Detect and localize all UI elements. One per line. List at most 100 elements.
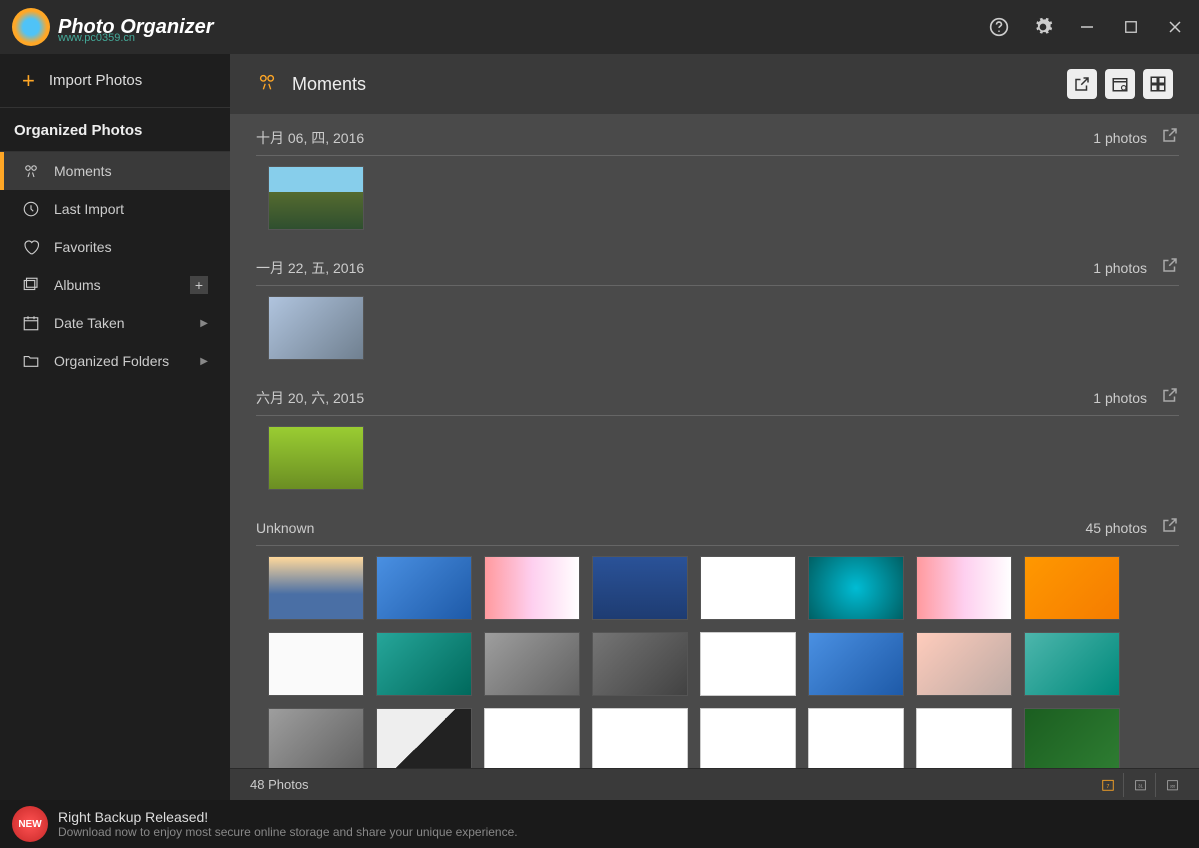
- folder-icon: [22, 352, 40, 370]
- close-button[interactable]: [1163, 15, 1187, 39]
- minimize-button[interactable]: [1075, 15, 1099, 39]
- photo-thumbnail[interactable]: [916, 556, 1012, 620]
- new-badge-icon: NEW: [12, 806, 48, 842]
- app-logo-icon: [12, 8, 50, 46]
- grid-view-button[interactable]: [1143, 69, 1173, 99]
- photo-thumbnail[interactable]: [808, 632, 904, 696]
- photo-thumbnail[interactable]: [808, 708, 904, 772]
- calendar-31-icon: 31: [1134, 775, 1147, 795]
- calendar-settings-icon: [1111, 75, 1129, 93]
- sidebar-item-label: Date Taken: [54, 315, 125, 331]
- titlebar: Photo Organizer www.pc0359.cn: [0, 0, 1199, 54]
- content-area: Moments 十月 06, 四, 2016 1 photos 一月 2: [230, 54, 1199, 800]
- group-open-button[interactable]: [1161, 126, 1179, 149]
- sidebar-item-moments[interactable]: Moments: [0, 152, 230, 190]
- banner-title: Right Backup Released!: [58, 809, 518, 825]
- photo-thumbnail[interactable]: [376, 556, 472, 620]
- view-month-button[interactable]: 31: [1123, 773, 1147, 797]
- add-album-button[interactable]: +: [190, 276, 208, 294]
- photo-thumbnail[interactable]: [268, 166, 364, 230]
- group-open-button[interactable]: [1161, 256, 1179, 279]
- content-title: Moments: [292, 74, 366, 95]
- photo-thumbnail[interactable]: [700, 556, 796, 620]
- group-count: 1 photos: [1093, 260, 1147, 276]
- photo-thumbnail[interactable]: [484, 632, 580, 696]
- group-header: 一月 22, 五, 2016 1 photos: [256, 250, 1179, 286]
- photo-thumbnail[interactable]: [700, 632, 796, 696]
- group-date: 十月 06, 四, 2016: [256, 128, 364, 148]
- view-week-button[interactable]: 7: [1091, 773, 1115, 797]
- photo-thumbnail[interactable]: [592, 632, 688, 696]
- calendar-365-icon: 365: [1166, 775, 1179, 795]
- plus-icon: +: [22, 68, 35, 94]
- sidebar-item-label: Organized Folders: [54, 353, 169, 369]
- sidebar-item-organized-folders[interactable]: Organized Folders ▶: [0, 342, 230, 380]
- photo-group: 一月 22, 五, 2016 1 photos: [256, 250, 1179, 374]
- grid-icon: [1149, 75, 1167, 93]
- heart-icon: [22, 238, 40, 256]
- sidebar-item-albums[interactable]: Albums +: [0, 266, 230, 304]
- group-header: 十月 06, 四, 2016 1 photos: [256, 120, 1179, 156]
- group-header: Unknown 45 photos: [256, 510, 1179, 546]
- photo-thumbnail[interactable]: [268, 296, 364, 360]
- photo-thumbnail[interactable]: [700, 708, 796, 772]
- photo-thumbnail[interactable]: [1024, 556, 1120, 620]
- photo-thumbnail[interactable]: [376, 632, 472, 696]
- main-area: + Import Photos Organized Photos Moments…: [0, 54, 1199, 800]
- photo-thumbnail[interactable]: [376, 708, 472, 772]
- banner-subtitle: Download now to enjoy most secure online…: [58, 825, 518, 839]
- group-open-button[interactable]: [1161, 516, 1179, 539]
- group-count: 1 photos: [1093, 130, 1147, 146]
- photo-thumbnail[interactable]: [1024, 632, 1120, 696]
- status-bar: 48 Photos 7 31 365: [230, 768, 1199, 800]
- chevron-right-icon: ▶: [200, 318, 208, 329]
- moments-icon: [22, 162, 40, 180]
- sidebar-item-favorites[interactable]: Favorites: [0, 228, 230, 266]
- import-photos-button[interactable]: + Import Photos: [0, 54, 230, 108]
- promo-banner[interactable]: NEW Right Backup Released! Download now …: [0, 800, 1199, 848]
- sidebar-header: Organized Photos: [0, 108, 230, 152]
- group-open-button[interactable]: [1161, 386, 1179, 409]
- calendar-7-icon: 7: [1101, 775, 1115, 795]
- photo-thumbnail[interactable]: [268, 556, 364, 620]
- photo-thumbnail[interactable]: [916, 632, 1012, 696]
- sidebar-item-label: Last Import: [54, 201, 124, 217]
- photo-group: 六月 20, 六, 2015 1 photos: [256, 380, 1179, 504]
- calendar-view-button[interactable]: [1105, 69, 1135, 99]
- maximize-button[interactable]: [1119, 15, 1143, 39]
- sidebar-item-label: Albums: [54, 277, 101, 293]
- photo-thumbnail[interactable]: [268, 426, 364, 490]
- export-button[interactable]: [1067, 69, 1097, 99]
- photo-thumbnail[interactable]: [592, 556, 688, 620]
- sidebar-item-label: Favorites: [54, 239, 112, 255]
- moments-icon: [256, 71, 278, 98]
- content-header: Moments: [230, 54, 1199, 114]
- photo-thumbnail[interactable]: [916, 708, 1012, 772]
- photo-thumbnail[interactable]: [592, 708, 688, 772]
- photo-thumbnail[interactable]: [1024, 708, 1120, 772]
- gear-icon: [1033, 17, 1053, 37]
- photo-thumbnail[interactable]: [268, 632, 364, 696]
- help-button[interactable]: [987, 15, 1011, 39]
- maximize-icon: [1124, 20, 1138, 34]
- sidebar-item-date-taken[interactable]: Date Taken ▶: [0, 304, 230, 342]
- group-date: 六月 20, 六, 2015: [256, 388, 364, 408]
- close-icon: [1167, 19, 1183, 35]
- svg-text:7: 7: [1107, 783, 1110, 789]
- external-link-icon: [1073, 75, 1091, 93]
- import-label: Import Photos: [49, 72, 142, 89]
- photo-group: 十月 06, 四, 2016 1 photos: [256, 120, 1179, 244]
- photo-thumbnail[interactable]: [484, 708, 580, 772]
- sidebar-item-last-import[interactable]: Last Import: [0, 190, 230, 228]
- svg-text:31: 31: [1138, 783, 1143, 788]
- watermark-url: www.pc0359.cn: [58, 32, 135, 44]
- photo-thumbnail[interactable]: [268, 708, 364, 772]
- settings-button[interactable]: [1031, 15, 1055, 39]
- minimize-icon: [1079, 19, 1095, 35]
- photo-thumbnail[interactable]: [808, 556, 904, 620]
- group-header: 六月 20, 六, 2015 1 photos: [256, 380, 1179, 416]
- view-year-button[interactable]: 365: [1155, 773, 1179, 797]
- help-icon: [989, 17, 1009, 37]
- photo-scroll-area[interactable]: 十月 06, 四, 2016 1 photos 一月 22, 五, 2016 1…: [230, 114, 1199, 800]
- photo-thumbnail[interactable]: [484, 556, 580, 620]
